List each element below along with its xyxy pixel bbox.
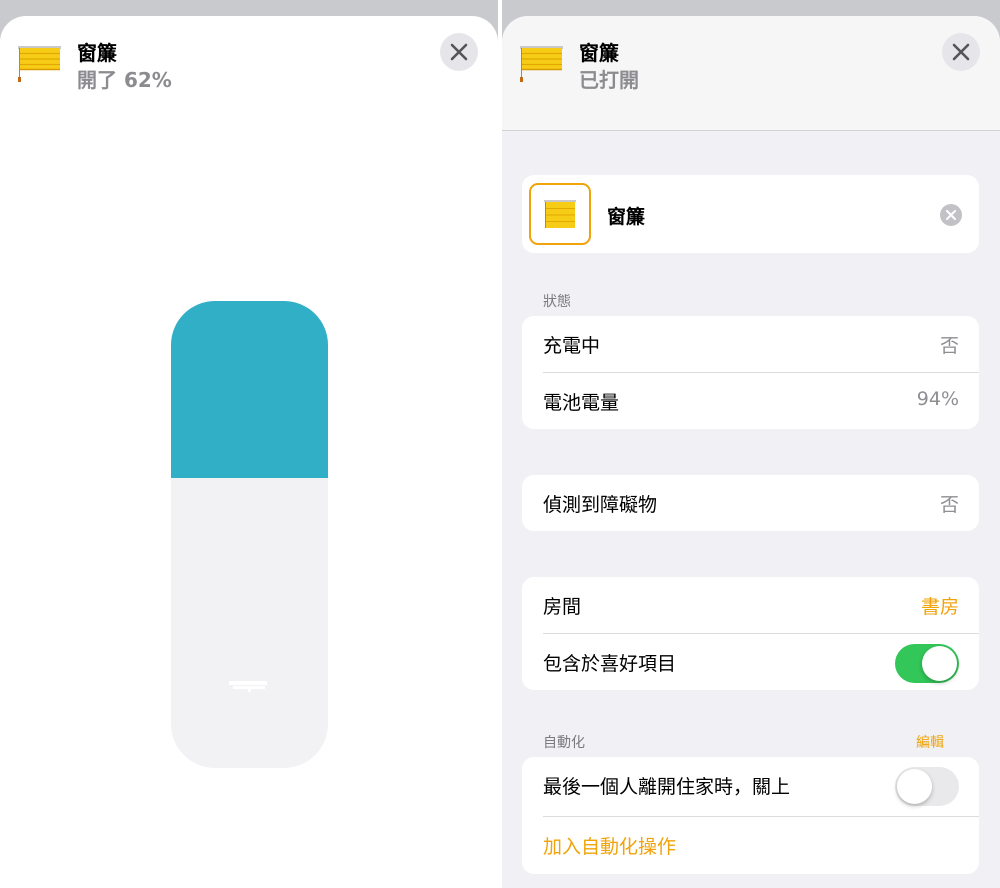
room-card: 房間 書房 包含於喜好項目 [522,577,979,690]
close-button[interactable] [440,33,478,71]
clear-icon [946,210,956,220]
control-sheet: 窗簾 開了 62% [0,16,498,888]
status-section-header: 狀態 [543,294,571,310]
battery-value: 94% [916,388,959,410]
blind-position-slider[interactable] [171,301,328,768]
slider-fill [171,301,328,478]
control-title: 窗簾 [77,41,117,65]
settings-header: 窗簾 已打開 [502,16,1000,131]
close-icon [450,43,468,61]
accessory-icon-picker[interactable] [529,183,591,245]
favorites-label: 包含於喜好項目 [543,653,677,675]
automation-rule-toggle[interactable] [895,767,959,806]
obstruction-label: 偵測到障礙物 [543,494,658,516]
charging-row: 充電中 否 [522,316,979,372]
room-value[interactable]: 書房 [921,592,959,619]
obstruction-row: 偵測到障礙物 否 [522,475,979,531]
blind-control-panel: 窗簾 開了 62% [0,0,498,888]
accessory-settings-panel: 窗簾 已打開 窗簾 狀態 充電中 否 電池電量 94% 偵測到障礙物 否 房間 … [502,0,1000,888]
obstruction-card: 偵測到障礙物 否 [522,475,979,531]
window-blind-icon [18,46,61,82]
favorites-toggle[interactable] [895,644,959,683]
settings-title: 窗簾 [579,41,619,65]
obstruction-value: 否 [939,494,959,516]
toggle-knob [922,646,957,681]
settings-sheet: 窗簾 已打開 窗簾 狀態 充電中 否 電池電量 94% 偵測到障礙物 否 房間 … [502,16,1000,888]
automation-rule-label: 最後一個人離開住家時，關上 [543,776,791,798]
toggle-knob [897,769,932,804]
status-card: 充電中 否 電池電量 94% [522,316,979,429]
close-icon [952,43,970,61]
accessory-name-card: 窗簾 [522,175,979,253]
control-header: 窗簾 開了 62% [0,16,498,131]
favorites-row: 包含於喜好項目 [522,634,979,690]
automation-edit-button[interactable]: 編輯 [916,732,944,752]
battery-label: 電池電量 [543,392,620,414]
window-blind-icon [520,46,563,82]
settings-subtitle: 已打開 [579,68,639,92]
blind-glyph-icon [229,681,267,692]
automation-rule-row: 最後一個人離開住家時，關上 [522,757,979,816]
automation-section-header: 自動化 [543,735,585,751]
window-blind-icon [544,200,576,228]
room-row[interactable]: 房間 書房 [522,577,979,633]
add-automation-button[interactable]: 加入自動化操作 [543,832,676,859]
clear-name-button[interactable] [940,204,962,226]
accessory-name-field[interactable]: 窗簾 [607,202,645,229]
automation-card: 最後一個人離開住家時，關上 加入自動化操作 [522,757,979,874]
close-button[interactable] [942,33,980,71]
control-subtitle: 開了 62% [77,68,172,92]
room-label: 房間 [543,596,582,618]
charging-value: 否 [939,335,959,357]
add-automation-row[interactable]: 加入自動化操作 [522,817,979,873]
charging-label: 充電中 [543,335,601,357]
battery-row: 電池電量 94% [522,373,979,429]
